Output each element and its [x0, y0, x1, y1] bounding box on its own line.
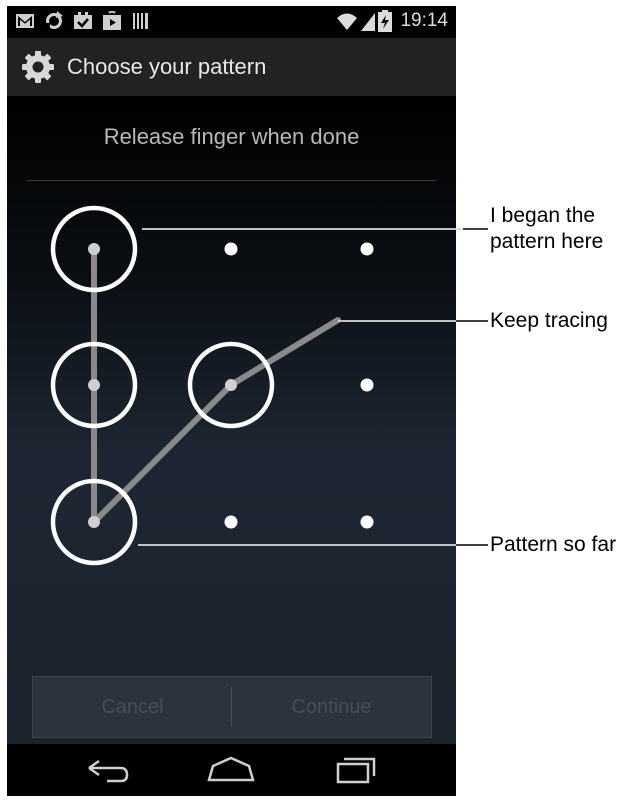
battery-charging-icon [378, 10, 393, 32]
callout-began: I began the pattern here [490, 203, 603, 255]
play-store-icon [103, 11, 121, 30]
pattern-dot[interactable] [88, 243, 100, 255]
status-time: 19:14 [400, 10, 448, 31]
pattern-dot[interactable] [88, 379, 100, 391]
pattern-dot[interactable] [224, 515, 238, 529]
settings-gear-icon[interactable] [21, 50, 55, 84]
pattern-trace [91, 246, 341, 525]
pattern-grid[interactable] [7, 96, 456, 744]
callout-began-line2: pattern here [490, 230, 604, 253]
page-title: Choose your pattern [67, 54, 267, 79]
callout-keep-tracing: Keep tracing [490, 309, 608, 332]
action-bar: Choose your pattern [7, 38, 456, 96]
phone-screen: 19:14 Choose your pattern Release finger… [7, 6, 456, 796]
barcode-icon [133, 13, 148, 29]
home-icon[interactable] [201, 750, 261, 790]
recent-apps-icon[interactable] [326, 750, 386, 790]
pattern-dot[interactable] [88, 516, 100, 528]
pattern-dot[interactable] [224, 242, 238, 256]
signal-icon [361, 13, 376, 31]
wifi-icon [337, 13, 358, 30]
status-bar: 19:14 [7, 6, 456, 38]
calendar-check-icon [74, 12, 92, 29]
cancel-button[interactable]: Cancel [33, 677, 232, 737]
pattern-dot[interactable] [360, 378, 374, 392]
callout-pattern-so-far: Pattern so far [490, 533, 617, 556]
pattern-dot[interactable] [225, 379, 237, 391]
pattern-content: Release finger when done Cancel Continue [7, 96, 456, 744]
navigation-bar [7, 744, 456, 796]
back-icon[interactable] [77, 750, 137, 790]
sync-icon [44, 11, 63, 31]
pattern-dot[interactable] [360, 515, 374, 529]
button-bar: Cancel Continue [32, 676, 432, 738]
pattern-dot[interactable] [360, 242, 374, 256]
callout-began-line1: I began the [490, 204, 596, 227]
gmail-icon [16, 14, 34, 28]
continue-button[interactable]: Continue [232, 677, 431, 737]
